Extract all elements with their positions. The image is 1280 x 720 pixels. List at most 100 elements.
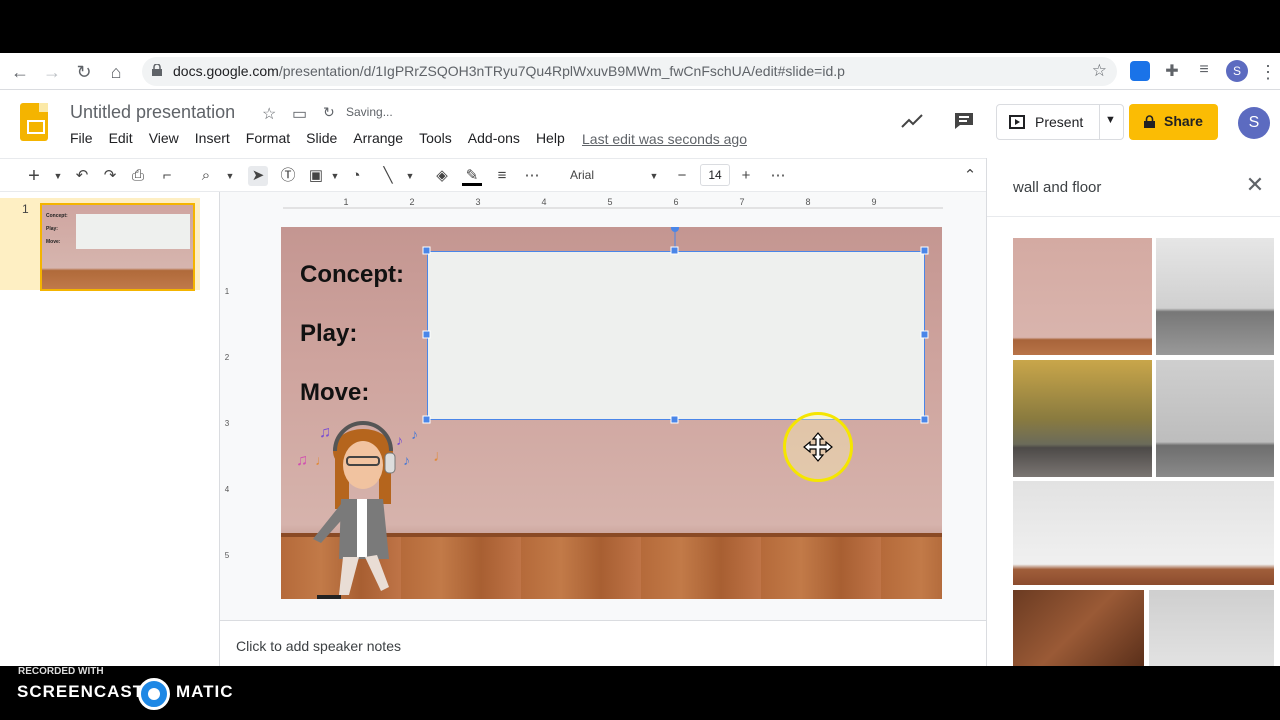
share-label: Share bbox=[1164, 113, 1203, 129]
new-slide-dropdown-icon[interactable]: ▼ bbox=[48, 166, 68, 186]
resize-handle[interactable] bbox=[670, 415, 679, 424]
undo-icon[interactable]: ↶ bbox=[72, 166, 92, 186]
insert-image-icon[interactable]: ▣ bbox=[306, 166, 326, 186]
resize-handle[interactable] bbox=[422, 330, 431, 339]
last-edit-link[interactable]: Last edit was seconds ago bbox=[582, 131, 747, 147]
search-result-image[interactable] bbox=[1156, 360, 1274, 477]
saving-sync-icon: ↻ bbox=[323, 104, 335, 120]
extension-icon[interactable] bbox=[1130, 61, 1150, 81]
resize-handle[interactable] bbox=[422, 246, 431, 255]
url-text: docs.google.com/presentation/d/1IgPRrZSQ… bbox=[173, 63, 845, 79]
ruler-tick-label: 9 bbox=[871, 197, 876, 207]
redo-icon[interactable]: ↷ bbox=[100, 166, 120, 186]
border-color-icon[interactable]: ✎ bbox=[462, 166, 482, 186]
resize-handle[interactable] bbox=[920, 330, 929, 339]
star-icon[interactable]: ☆ bbox=[262, 104, 276, 124]
slides-logo-icon[interactable] bbox=[20, 103, 48, 141]
slide-thumbnail[interactable]: Concept: Play: Move: bbox=[40, 203, 195, 291]
menu-view[interactable]: View bbox=[149, 130, 179, 146]
share-lock-icon bbox=[1144, 115, 1155, 128]
border-weight-icon[interactable]: ≡ bbox=[492, 166, 512, 186]
search-result-image[interactable] bbox=[1156, 238, 1274, 355]
comments-icon[interactable] bbox=[954, 112, 974, 130]
ruler-tick-label: 5 bbox=[607, 197, 612, 207]
border-dash-icon[interactable]: ⋯ bbox=[522, 166, 542, 186]
back-icon[interactable]: ← bbox=[8, 60, 32, 84]
screen-top-bar bbox=[0, 0, 1280, 53]
menu-arrange[interactable]: Arrange bbox=[353, 130, 403, 146]
ruler-tick-label: 4 bbox=[541, 197, 546, 207]
reload-icon[interactable]: ↻ bbox=[72, 60, 96, 84]
speaker-notes-placeholder[interactable]: Click to add speaker notes bbox=[236, 638, 401, 654]
font-size-input[interactable]: 14 bbox=[700, 164, 730, 186]
print-icon[interactable]: ⎙ bbox=[128, 166, 148, 186]
menu-insert[interactable]: Insert bbox=[195, 130, 230, 146]
text-box-icon[interactable]: Ⓣ bbox=[278, 166, 298, 186]
menu-file[interactable]: File bbox=[70, 130, 93, 146]
shape-icon[interactable]: ◔ bbox=[346, 166, 366, 186]
activity-trend-icon[interactable] bbox=[901, 114, 923, 128]
browser-toolbar: ← → ↻ ⌂ docs.google.com/presentation/d/1… bbox=[0, 53, 1280, 90]
menu-slide[interactable]: Slide bbox=[306, 130, 337, 146]
zoom-icon[interactable]: ⌕ bbox=[196, 166, 216, 186]
account-avatar[interactable]: S bbox=[1238, 107, 1270, 139]
move-folder-icon[interactable]: ▭ bbox=[292, 104, 307, 124]
image-search-panel: wall and floor ✕ bbox=[986, 158, 1280, 666]
menu-tools[interactable]: Tools bbox=[419, 130, 452, 146]
font-family-select[interactable]: Arial bbox=[570, 168, 594, 182]
font-dropdown-icon[interactable]: ▼ bbox=[644, 166, 664, 186]
image-search-query[interactable]: wall and floor bbox=[1013, 179, 1101, 196]
speaker-notes[interactable]: Click to add speaker notes bbox=[220, 620, 986, 666]
rotate-handle[interactable] bbox=[671, 227, 679, 232]
more-options-icon[interactable]: ⋯ bbox=[768, 166, 788, 186]
bitmoji-character[interactable]: ♫ ♫ ♩ ♪ ♪ ♪ ♩ bbox=[291, 419, 461, 599]
screencast-brand-right: MATIC bbox=[176, 682, 234, 701]
svg-text:♪: ♪ bbox=[396, 432, 403, 448]
fill-color-icon[interactable]: ◈ bbox=[432, 166, 452, 186]
present-divider bbox=[1099, 105, 1100, 139]
search-result-image[interactable] bbox=[1013, 590, 1144, 666]
puzzle-icon[interactable]: ✚ bbox=[1162, 61, 1182, 81]
bookmark-star-icon[interactable]: ☆ bbox=[1092, 61, 1107, 81]
ruler-tick-label: 4 bbox=[225, 485, 230, 494]
new-slide-icon[interactable]: + bbox=[24, 166, 44, 186]
thumb-text-box bbox=[76, 214, 190, 249]
collapse-toolbar-icon[interactable]: ⌃ bbox=[960, 166, 980, 186]
menu-format[interactable]: Format bbox=[246, 130, 290, 146]
editing-toolbar: + ▼ ↶ ↷ ⎙ ⌐ ⌕ ▼ ➤ Ⓣ ▣ ▼ ◔ ╲ ▼ ◈ ✎ ≡ ⋯ Ar… bbox=[0, 158, 986, 192]
browser-menu-icon[interactable]: ⋮ bbox=[1256, 60, 1280, 84]
forward-icon[interactable]: → bbox=[40, 60, 64, 84]
close-icon[interactable]: ✕ bbox=[1245, 174, 1265, 196]
decrease-font-icon[interactable]: − bbox=[672, 166, 692, 186]
resize-handle[interactable] bbox=[920, 415, 929, 424]
slide-filmstrip: 1 Concept: Play: Move: bbox=[0, 192, 220, 666]
search-result-image[interactable] bbox=[1013, 360, 1152, 477]
horizontal-ruler: 1 2 3 4 5 6 7 8 9 bbox=[283, 197, 943, 209]
zoom-dropdown-icon[interactable]: ▼ bbox=[220, 166, 240, 186]
browser-profile-avatar[interactable]: S bbox=[1226, 60, 1248, 82]
select-cursor-icon[interactable]: ➤ bbox=[248, 166, 268, 186]
search-result-image[interactable] bbox=[1149, 590, 1274, 666]
present-button[interactable]: Present ▼ bbox=[996, 104, 1124, 140]
menu-help[interactable]: Help bbox=[536, 130, 565, 146]
document-title[interactable]: Untitled presentation bbox=[70, 102, 235, 123]
menu-edit[interactable]: Edit bbox=[109, 130, 133, 146]
resize-handle[interactable] bbox=[670, 246, 679, 255]
search-result-image[interactable] bbox=[1013, 481, 1274, 585]
increase-font-icon[interactable]: + bbox=[736, 166, 756, 186]
line-dropdown-icon[interactable]: ▼ bbox=[400, 166, 420, 186]
saving-status: Saving... bbox=[346, 105, 393, 119]
home-icon[interactable]: ⌂ bbox=[104, 60, 128, 84]
search-result-image[interactable] bbox=[1013, 238, 1152, 355]
reading-list-icon[interactable]: ≡ bbox=[1194, 61, 1214, 81]
slide[interactable]: Concept: Play: Move: ♫ ♫ ♩ ♪ ♪ ♪ ♩ bbox=[281, 227, 942, 599]
line-icon[interactable]: ╲ bbox=[378, 166, 398, 186]
paint-format-icon[interactable]: ⌐ bbox=[157, 166, 177, 186]
share-button[interactable]: Share bbox=[1129, 104, 1218, 140]
address-bar[interactable]: docs.google.com/presentation/d/1IgPRrZSQ… bbox=[142, 57, 1117, 86]
ruler-tick-label: 3 bbox=[475, 197, 480, 207]
resize-handle[interactable] bbox=[920, 246, 929, 255]
menu-add-ons[interactable]: Add-ons bbox=[468, 130, 520, 146]
image-dropdown-icon[interactable]: ▼ bbox=[325, 166, 345, 186]
present-dropdown-icon[interactable]: ▼ bbox=[1105, 114, 1116, 126]
